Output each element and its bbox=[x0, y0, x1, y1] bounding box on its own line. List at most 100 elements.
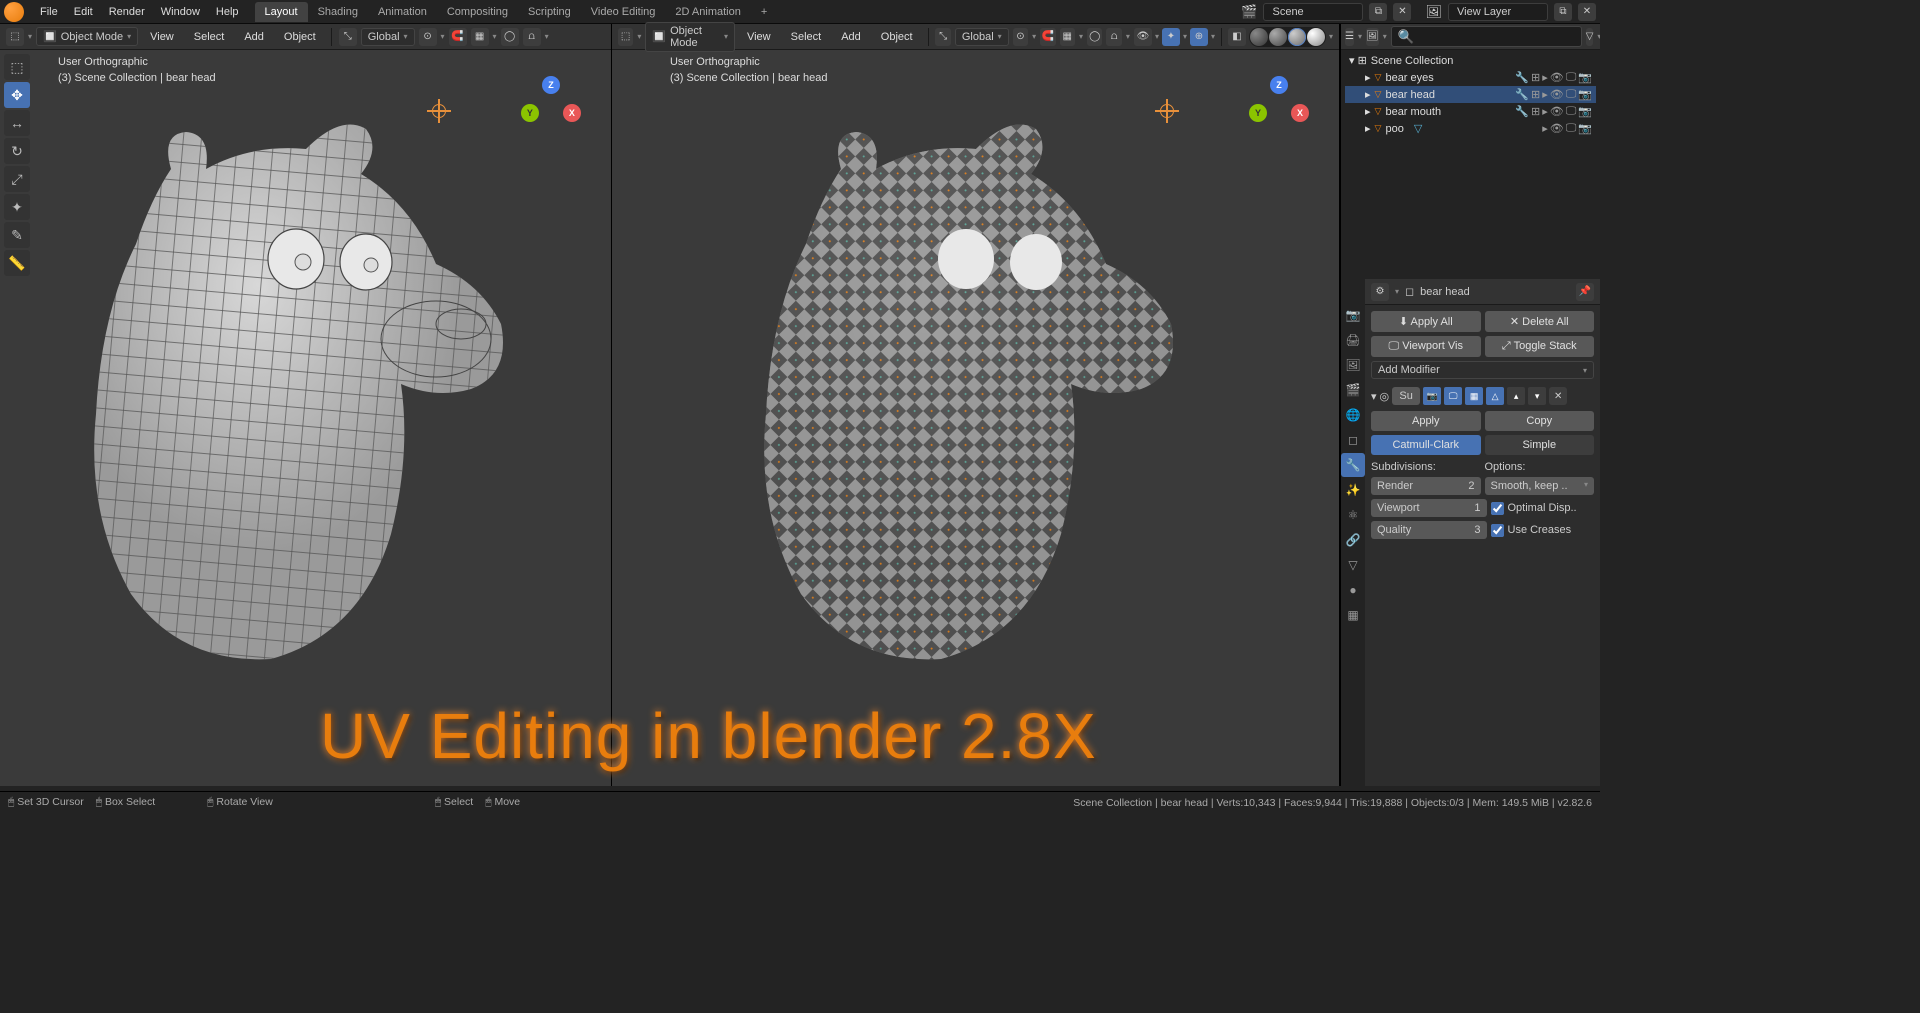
ptab-texture[interactable]: ▦ bbox=[1341, 603, 1365, 627]
vp-add[interactable]: Add bbox=[236, 29, 272, 45]
camera-icon[interactable]: 📷 bbox=[1578, 122, 1592, 135]
eye-icon[interactable]: 👁 bbox=[1550, 122, 1564, 135]
mod-up-button[interactable]: ▴ bbox=[1507, 387, 1525, 405]
axis-z[interactable]: Z bbox=[542, 76, 560, 94]
tool-annotate[interactable]: ✎ bbox=[4, 222, 30, 248]
tool-transform[interactable]: ✦ bbox=[4, 194, 30, 220]
ptab-mesh[interactable]: ▽ bbox=[1341, 553, 1365, 577]
scene-name-field[interactable]: Scene bbox=[1263, 3, 1363, 21]
camera-icon[interactable]: 📷 bbox=[1578, 88, 1592, 101]
uv-smooth-field[interactable]: Smooth, keep ..▾ bbox=[1485, 477, 1595, 495]
menu-file[interactable]: File bbox=[32, 4, 66, 20]
tool-measure[interactable]: 📏 bbox=[4, 250, 30, 276]
nav-gizmo[interactable]: Z Y X bbox=[1249, 84, 1309, 144]
vp-select[interactable]: Select bbox=[186, 29, 233, 45]
ptab-object[interactable]: ◻ bbox=[1341, 428, 1365, 452]
tool-select[interactable]: ⬚ bbox=[4, 54, 30, 80]
layer-browse-icon[interactable]: ⧉ bbox=[1554, 3, 1572, 21]
orientation-icon[interactable]: ⤡ bbox=[935, 28, 950, 46]
eye-icon[interactable]: 👁 bbox=[1550, 88, 1564, 101]
blender-logo[interactable] bbox=[4, 2, 24, 22]
axis-y[interactable]: Y bbox=[1249, 104, 1267, 122]
gizmo-toggle-icon[interactable]: ✦ bbox=[1162, 28, 1180, 46]
proportional-icon[interactable]: ◯ bbox=[1087, 28, 1102, 46]
tree-item-poo[interactable]: ▸▽poo ▽ ▸👁🖵📷 bbox=[1345, 120, 1596, 137]
tool-move[interactable]: ↔ bbox=[4, 110, 30, 136]
shade-matprev-icon[interactable] bbox=[1288, 28, 1306, 46]
tool-scale[interactable]: ⤢ bbox=[4, 166, 30, 192]
vp-object[interactable]: Object bbox=[873, 29, 921, 45]
quality-field[interactable]: Quality3 bbox=[1371, 521, 1487, 539]
outliner-search[interactable] bbox=[1391, 26, 1582, 47]
editor-type-icon[interactable]: ⬚ bbox=[6, 28, 24, 46]
ptab-output[interactable]: 🖨 bbox=[1341, 328, 1365, 352]
outliner-type-icon[interactable]: ☰ bbox=[1345, 28, 1354, 46]
nav-gizmo[interactable]: Z Y X bbox=[521, 84, 581, 144]
snap-icon[interactable]: 🧲 bbox=[449, 28, 467, 46]
tree-item-eyes[interactable]: ▸▽bear eyes 🔧⊞▸👁🖵📷 bbox=[1345, 69, 1596, 86]
view-cam-icon[interactable]: 👁 bbox=[1134, 28, 1152, 46]
props-type-icon[interactable]: ⚙ bbox=[1371, 283, 1389, 301]
modifier-name[interactable]: Su bbox=[1392, 387, 1420, 405]
vp-add[interactable]: Add bbox=[833, 29, 869, 45]
orientation-select[interactable]: Global▾ bbox=[955, 28, 1009, 46]
mod-delete-button[interactable]: ✕ bbox=[1549, 387, 1567, 405]
menu-help[interactable]: Help bbox=[208, 4, 247, 20]
vp-view[interactable]: View bbox=[739, 29, 779, 45]
viewport-left[interactable]: ⬚ ▾ 🔲Object Mode▾ View Select Add Object… bbox=[0, 24, 612, 786]
tree-item-mouth[interactable]: ▸▽bear mouth 🔧⊞▸👁🖵📷 bbox=[1345, 103, 1596, 120]
catmull-button[interactable]: Catmull-Clark bbox=[1371, 435, 1481, 455]
scene-browse-icon[interactable]: ⧉ bbox=[1369, 3, 1387, 21]
ptab-render[interactable]: 📷 bbox=[1341, 303, 1365, 327]
shade-solid-icon[interactable] bbox=[1269, 28, 1287, 46]
mode-select[interactable]: 🔲Object Mode▾ bbox=[645, 22, 735, 52]
shade-wire-icon[interactable] bbox=[1250, 28, 1268, 46]
pivot-icon[interactable]: ⊙ bbox=[1013, 28, 1028, 46]
ptab-physics[interactable]: ⚛ bbox=[1341, 503, 1365, 527]
mod-render-toggle[interactable]: 📷 bbox=[1423, 387, 1441, 405]
tool-cursor[interactable]: ✥ bbox=[4, 82, 30, 108]
outliner-display-icon[interactable]: 🖼 bbox=[1366, 28, 1379, 46]
tree-root[interactable]: ▾ ⊞Scene Collection bbox=[1345, 52, 1596, 69]
ws-2d[interactable]: 2D Animation bbox=[665, 2, 750, 22]
menu-edit[interactable]: Edit bbox=[66, 4, 101, 20]
ptab-world[interactable]: 🌐 bbox=[1341, 403, 1365, 427]
mod-cage-toggle[interactable]: △ bbox=[1486, 387, 1504, 405]
collapse-icon[interactable]: ▾ bbox=[1371, 390, 1377, 403]
falloff-icon[interactable]: ⩍ bbox=[1106, 28, 1121, 46]
ws-animation[interactable]: Animation bbox=[368, 2, 437, 22]
wrench-icon[interactable]: 🔧 bbox=[1515, 71, 1529, 84]
vp-view[interactable]: View bbox=[142, 29, 182, 45]
scene-delete-icon[interactable]: ✕ bbox=[1393, 3, 1411, 21]
viewport-vis-button[interactable]: 🖵 Viewport Vis bbox=[1371, 336, 1481, 357]
overlay-toggle-icon[interactable]: ⊕ bbox=[1190, 28, 1208, 46]
wrench-icon[interactable]: 🔧 bbox=[1515, 88, 1529, 101]
orientation-icon[interactable]: ⤡ bbox=[339, 28, 357, 46]
snap-target-icon[interactable]: ▦ bbox=[1060, 28, 1075, 46]
mod-realtime-toggle[interactable]: 🖵 bbox=[1444, 387, 1462, 405]
ws-add[interactable]: + bbox=[751, 2, 777, 22]
ws-shading[interactable]: Shading bbox=[308, 2, 368, 22]
camera-icon[interactable]: 📷 bbox=[1578, 105, 1592, 118]
editor-type-icon[interactable]: ⬚ bbox=[618, 28, 633, 46]
tree-item-head[interactable]: ▸▽bear head 🔧⊞▸👁🖵📷 bbox=[1345, 86, 1596, 103]
wrench-icon[interactable]: 🔧 bbox=[1515, 105, 1529, 118]
vp-select[interactable]: Select bbox=[783, 29, 830, 45]
axis-z[interactable]: Z bbox=[1270, 76, 1288, 94]
delete-all-button[interactable]: ✕ Delete All bbox=[1485, 311, 1595, 332]
ws-video[interactable]: Video Editing bbox=[581, 2, 666, 22]
mod-edit-toggle[interactable]: ▦ bbox=[1465, 387, 1483, 405]
optimal-display-check[interactable]: Optimal Disp.. bbox=[1491, 500, 1595, 517]
shading-mode[interactable] bbox=[1249, 27, 1326, 47]
ptab-scene[interactable]: 🎬 bbox=[1341, 378, 1365, 402]
axis-y[interactable]: Y bbox=[521, 104, 539, 122]
ptab-viewlayer[interactable]: 🖼 bbox=[1341, 353, 1365, 377]
viewlayer-field[interactable]: View Layer bbox=[1448, 3, 1548, 21]
eye-icon[interactable]: 👁 bbox=[1550, 71, 1564, 84]
shade-render-icon[interactable] bbox=[1307, 28, 1325, 46]
snap-target-icon[interactable]: ▦ bbox=[471, 28, 489, 46]
falloff-icon[interactable]: ⩍ bbox=[523, 28, 541, 46]
apply-all-button[interactable]: ⬇ Apply All bbox=[1371, 311, 1481, 332]
eye-icon[interactable]: 👁 bbox=[1550, 105, 1564, 118]
viewport-subdiv-field[interactable]: Viewport1 bbox=[1371, 499, 1487, 517]
